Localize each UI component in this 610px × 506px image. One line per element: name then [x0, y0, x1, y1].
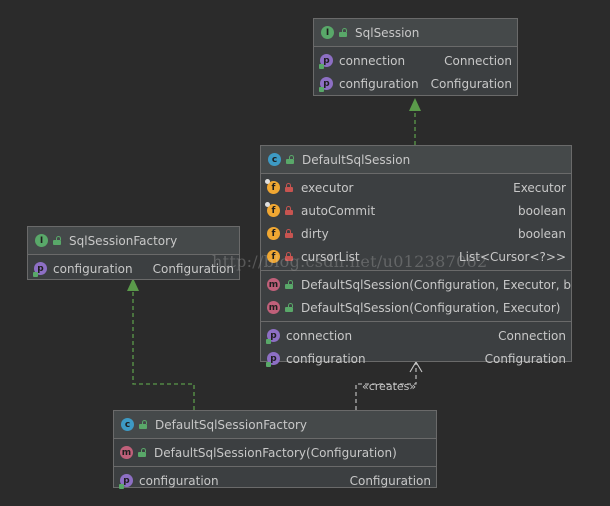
creates-label: «creates» [362, 380, 417, 393]
sql-session-properties: p connection Connection p configuration … [314, 47, 517, 97]
property-name: connection [286, 328, 353, 343]
diagram-canvas: I SqlSession p connection Connection p c… [0, 0, 610, 506]
field-row[interactable]: f executor Executor [261, 176, 571, 199]
default-sql-session-factory-methods: m DefaultSqlSessionFactory(Configuration… [114, 439, 436, 467]
sql-session-header: I SqlSession [314, 19, 517, 47]
field-icon: f [265, 179, 280, 194]
property-row[interactable]: p configuration Configuration [261, 347, 571, 370]
field-row[interactable]: f cursorList List<Cursor<?>> [261, 245, 571, 268]
sql-session-factory-properties: p configuration Configuration [28, 255, 239, 282]
default-sql-session-box[interactable]: c DefaultSqlSession f executor Executor … [260, 145, 572, 367]
method-row[interactable]: m DefaultSqlSession(Configuration, Execu… [261, 296, 571, 319]
field-type: Executor [513, 180, 566, 195]
public-icon [285, 303, 293, 312]
sql-session-factory-header: I SqlSessionFactory [28, 227, 239, 255]
field-name: executor [301, 180, 354, 195]
property-name: configuration [53, 261, 133, 276]
field-icon: f [267, 250, 280, 263]
default-sql-session-fields: f executor Executor f autoCommit boolean… [261, 174, 571, 271]
property-type: Connection [444, 53, 512, 68]
property-icon: p [319, 54, 333, 69]
method-icon: m [120, 446, 133, 459]
property-type: Connection [498, 328, 566, 343]
default-sql-session-factory-box[interactable]: c DefaultSqlSessionFactory m DefaultSqlS… [113, 410, 437, 489]
interface-icon: I [321, 26, 334, 39]
field-name: cursorList [301, 249, 360, 264]
sql-session-factory-title: SqlSessionFactory [69, 233, 178, 248]
interface-icon: I [35, 234, 48, 247]
property-icon: p [33, 262, 47, 277]
method-name: DefaultSqlSession(Configuration, Executo… [301, 277, 571, 292]
default-sql-session-methods: m DefaultSqlSession(Configuration, Execu… [261, 271, 571, 322]
method-icon: m [267, 278, 280, 291]
method-name: DefaultSqlSession(Configuration, Executo… [301, 300, 561, 315]
field-type: boolean [518, 226, 566, 241]
field-row[interactable]: f autoCommit boolean [261, 199, 571, 222]
class-icon: c [121, 418, 134, 431]
property-name: connection [339, 53, 406, 68]
property-name: configuration [139, 473, 219, 488]
property-type: Configuration [152, 261, 234, 276]
property-row[interactable]: p connection Connection [314, 49, 517, 72]
public-icon [286, 155, 294, 164]
public-icon [285, 280, 293, 289]
default-sql-session-properties: p connection Connection p configuration … [261, 322, 571, 372]
realization-arrowhead-session [409, 98, 421, 111]
private-lock-icon [285, 229, 293, 238]
field-row[interactable]: f dirty boolean [261, 222, 571, 245]
property-icon: p [119, 474, 133, 489]
property-type: Configuration [484, 351, 566, 366]
private-lock-icon [285, 206, 293, 215]
sql-session-box[interactable]: I SqlSession p connection Connection p c… [313, 18, 518, 96]
property-row[interactable]: p configuration Configuration [114, 469, 436, 492]
method-icon: m [267, 301, 280, 314]
default-sql-session-factory-title: DefaultSqlSessionFactory [155, 417, 308, 432]
property-icon: p [266, 329, 280, 344]
property-row[interactable]: p connection Connection [261, 324, 571, 347]
field-type: List<Cursor<?>> [458, 249, 566, 264]
public-icon [138, 448, 146, 457]
default-sql-session-title: DefaultSqlSession [302, 152, 411, 167]
field-icon: f [265, 202, 280, 217]
private-lock-icon [285, 183, 293, 192]
sql-session-title: SqlSession [355, 25, 420, 40]
property-name: configuration [286, 351, 366, 366]
private-lock-icon [285, 252, 293, 261]
method-row[interactable]: m DefaultSqlSession(Configuration, Execu… [261, 273, 571, 296]
public-icon [339, 28, 347, 37]
field-icon: f [267, 227, 280, 240]
property-icon: p [266, 352, 280, 367]
field-name: dirty [301, 226, 329, 241]
method-row[interactable]: m DefaultSqlSessionFactory(Configuration… [114, 441, 436, 464]
property-icon: p [319, 77, 333, 92]
property-name: configuration [339, 76, 419, 91]
property-type: Configuration [349, 473, 431, 488]
realization-line-factory [132, 290, 195, 410]
method-name: DefaultSqlSessionFactory(Configuration) [154, 445, 397, 460]
default-sql-session-header: c DefaultSqlSession [261, 146, 571, 174]
sql-session-factory-box[interactable]: I SqlSessionFactory p configuration Conf… [27, 226, 240, 280]
public-icon [53, 236, 61, 245]
field-name: autoCommit [301, 203, 376, 218]
property-row[interactable]: p configuration Configuration [314, 72, 517, 95]
property-type: Configuration [430, 76, 512, 91]
property-row[interactable]: p configuration Configuration [28, 257, 239, 280]
field-type: boolean [518, 203, 566, 218]
default-sql-session-factory-properties: p configuration Configuration [114, 467, 436, 494]
class-icon: c [268, 153, 281, 166]
public-icon [139, 420, 147, 429]
default-sql-session-factory-header: c DefaultSqlSessionFactory [114, 411, 436, 439]
